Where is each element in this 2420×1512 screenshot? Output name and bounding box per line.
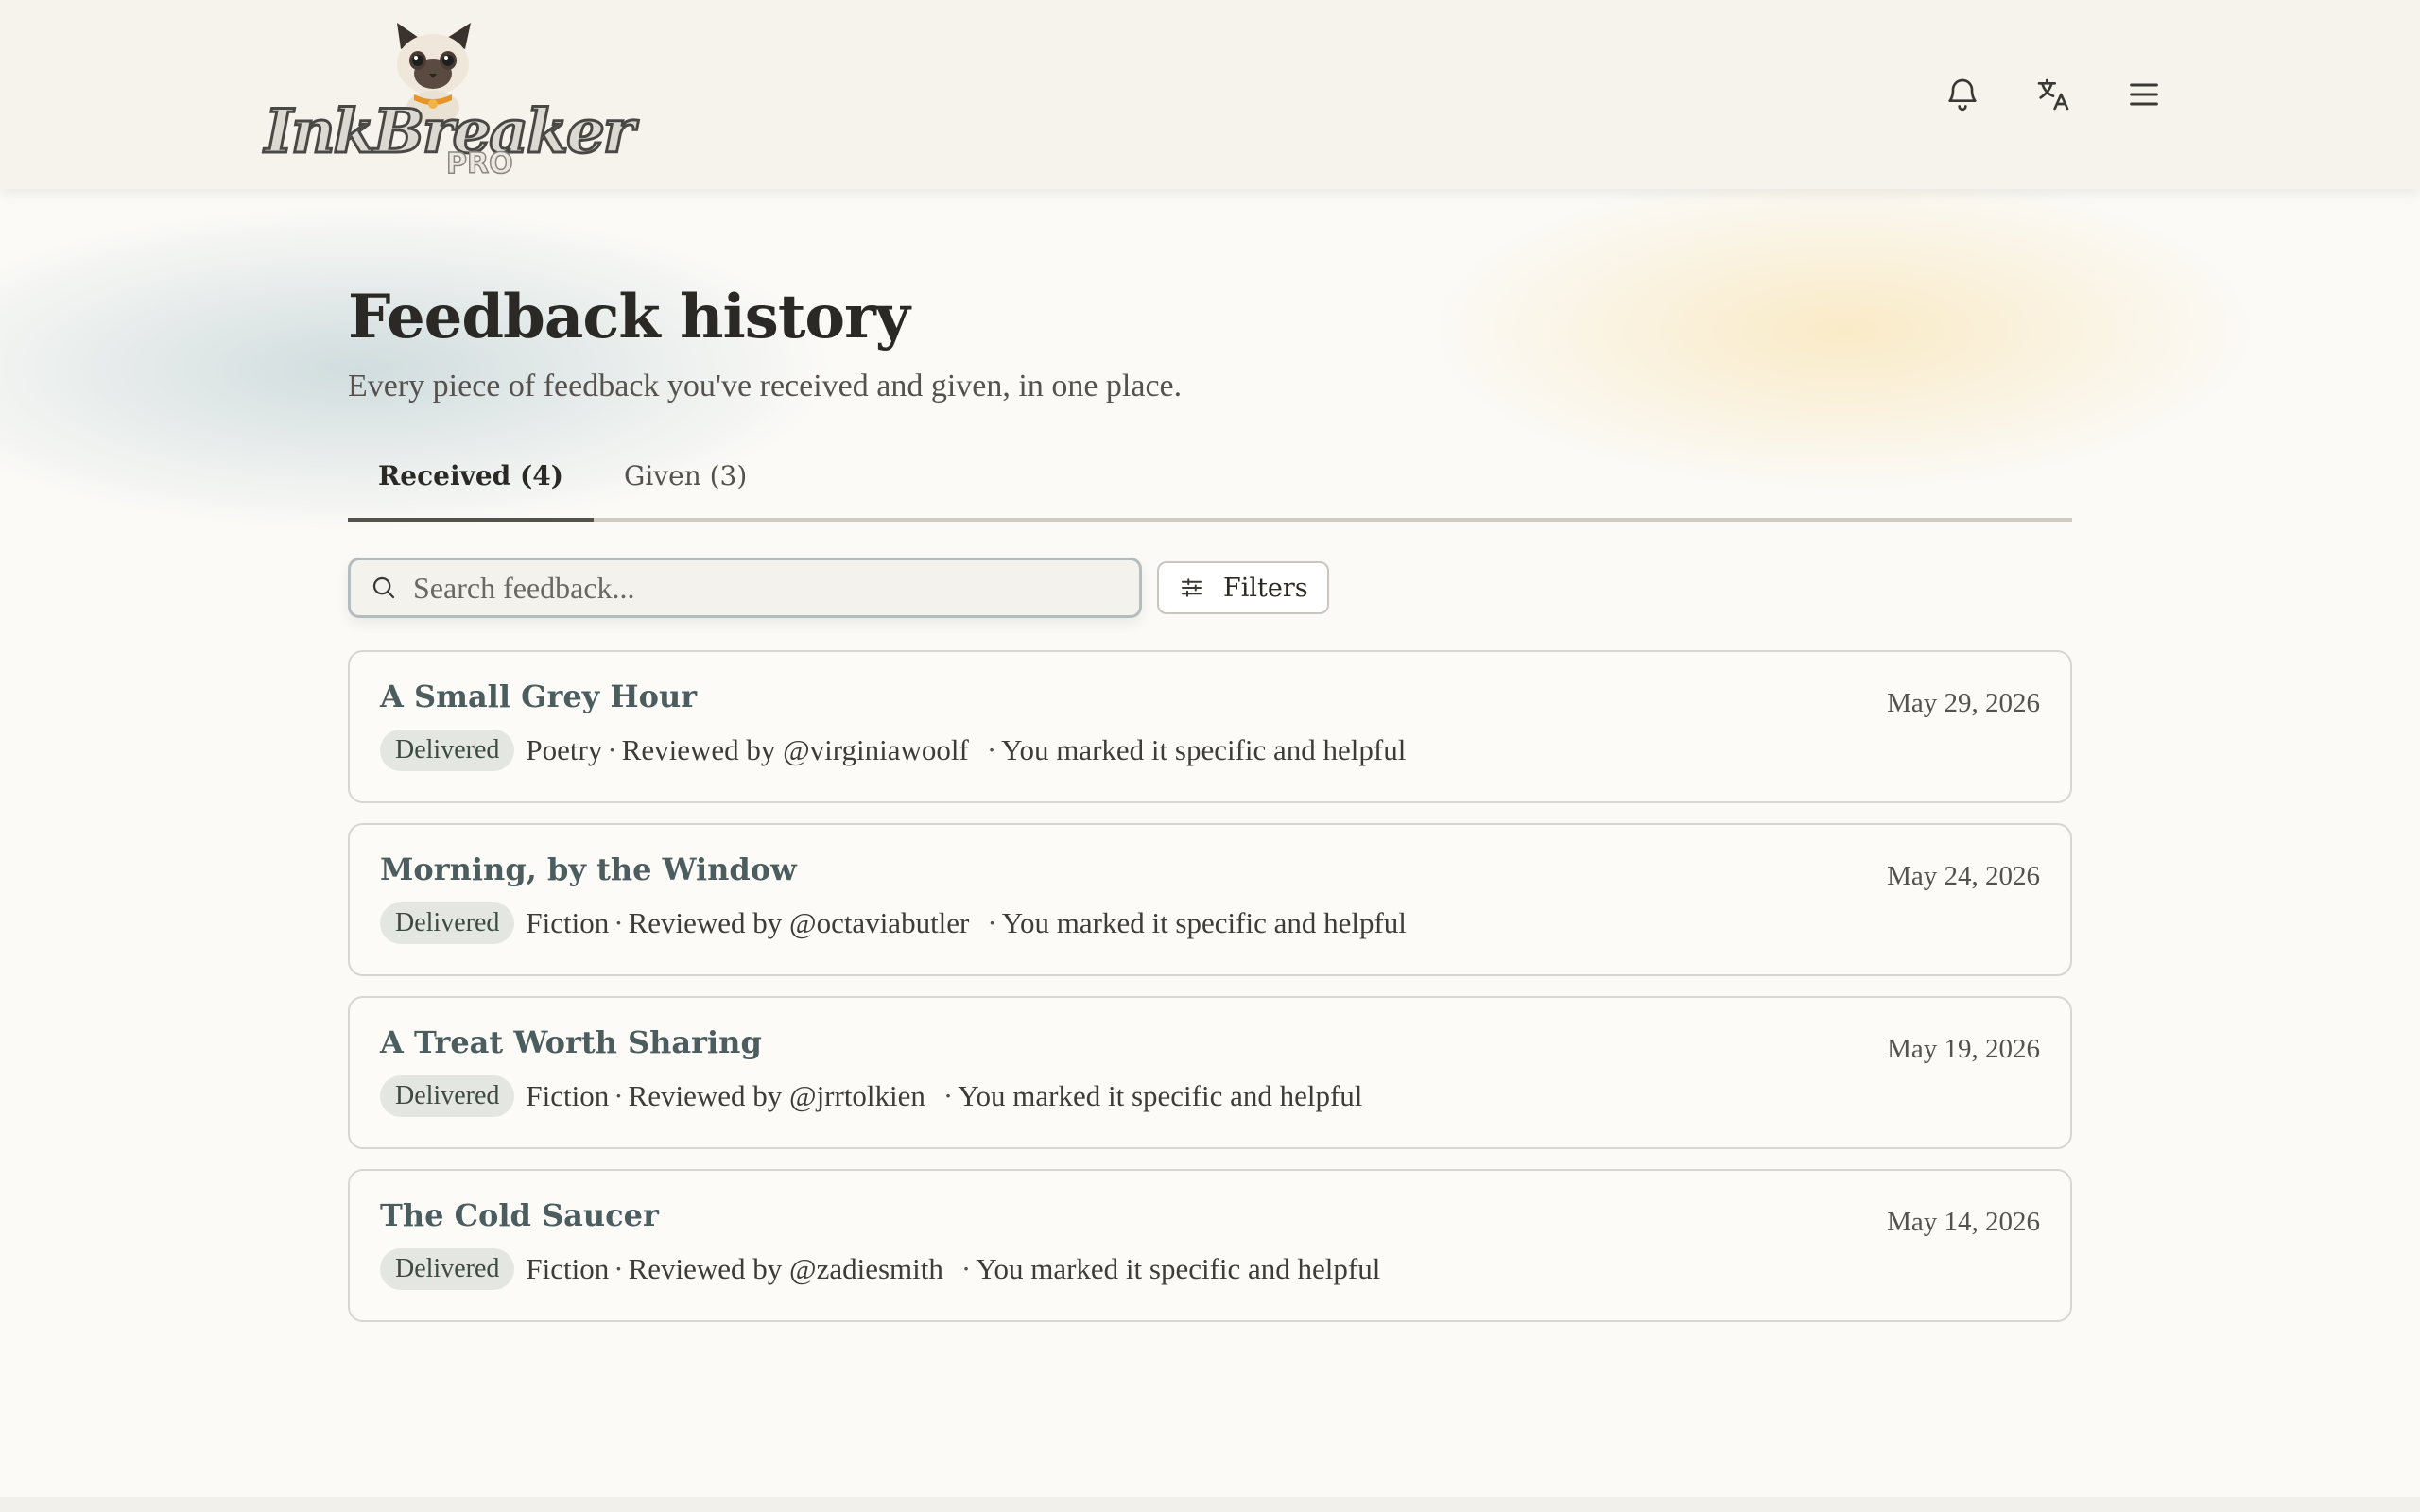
separator: ·: [614, 906, 624, 939]
separator: ·: [607, 733, 617, 766]
status-badge: Delivered: [380, 730, 515, 771]
tab-given[interactable]: Given (3): [594, 448, 777, 518]
feedback-meta: Delivered Fiction · Reviewed by @octavia…: [380, 902, 1407, 944]
feedback-reviewer: Reviewed by @jrrtolkien: [628, 1079, 925, 1112]
feedback-date: May 19, 2026: [1887, 1034, 2040, 1064]
feedback-date: May 29, 2026: [1887, 688, 2040, 718]
feedback-meta: Delivered Fiction · Reviewed by @zadiesm…: [380, 1248, 1380, 1290]
feedback-card[interactable]: A Treat Worth Sharing May 19, 2026 Deliv…: [348, 996, 2072, 1149]
page-subtitle: Every piece of feedback you've received …: [348, 369, 1183, 404]
feedback-genre: Poetry: [526, 733, 603, 766]
page-title: Feedback history: [348, 282, 910, 352]
status-badge: Delivered: [380, 1075, 515, 1117]
separator: ·: [986, 733, 997, 766]
separator: ·: [614, 1079, 624, 1112]
feedback-note: You marked it specific and helpful: [1001, 733, 1407, 766]
feedback-note: You marked it specific and helpful: [1001, 906, 1407, 939]
feedback-card[interactable]: A Small Grey Hour May 29, 2026 Delivered…: [348, 650, 2072, 803]
feedback-date: May 14, 2026: [1887, 1207, 2040, 1237]
search-input[interactable]: [413, 570, 1113, 606]
feedback-meta: Delivered Fiction · Reviewed by @jrrtolk…: [380, 1075, 1362, 1117]
feedback-title[interactable]: A Treat Worth Sharing: [380, 1024, 762, 1060]
separator: ·: [960, 1252, 972, 1285]
feedback-meta: Delivered Poetry · Reviewed by @virginia…: [380, 730, 1406, 771]
main-content: Feedback history Every piece of feedback…: [348, 284, 2072, 1342]
status-badge: Delivered: [380, 1248, 515, 1290]
feedback-reviewer: Reviewed by @octaviabutler: [628, 906, 970, 939]
feedback-tabs: Received (4) Given (3): [348, 448, 2072, 522]
bell-icon: [1948, 78, 1977, 112]
menu-icon: [2130, 83, 2158, 106]
feedback-card[interactable]: Morning, by the Window May 24, 2026 Deli…: [348, 823, 2072, 976]
top-header: InkBreaker PRO: [0, 0, 2420, 189]
separator: ·: [987, 906, 997, 939]
feedback-title[interactable]: The Cold Saucer: [380, 1197, 659, 1233]
footer-strip: [0, 1497, 2420, 1512]
main-menu-button[interactable]: [2121, 72, 2167, 117]
sliders-icon: [1182, 578, 1202, 597]
feedback-reviewer: Reviewed by @virginiawoolf: [621, 733, 969, 766]
filters-button[interactable]: Filters: [1157, 561, 1329, 614]
feedback-genre: Fiction: [526, 1252, 610, 1285]
feedback-genre: Fiction: [526, 906, 610, 939]
list-toolbar: Filters: [348, 558, 2072, 618]
status-badge: Delivered: [380, 902, 515, 944]
feedback-note: You marked it specific and helpful: [976, 1252, 1381, 1285]
feedback-reviewer: Reviewed by @zadiesmith: [628, 1252, 943, 1285]
separator: ·: [614, 1252, 624, 1285]
feedback-list: A Small Grey Hour May 29, 2026 Delivered…: [348, 650, 2072, 1322]
feedback-note: You marked it specific and helpful: [958, 1079, 1363, 1112]
search-box: [348, 558, 1142, 618]
feedback-genre: Fiction: [526, 1079, 610, 1112]
search-icon: [372, 576, 395, 599]
language-button[interactable]: [2031, 72, 2076, 117]
filters-label: Filters: [1223, 573, 1308, 603]
logo[interactable]: InkBreaker PRO: [264, 21, 636, 181]
translate-icon: [2037, 78, 2069, 111]
feedback-card[interactable]: The Cold Saucer May 14, 2026 Delivered F…: [348, 1169, 2072, 1322]
brand-tier: PRO: [445, 146, 513, 181]
separator: ·: [942, 1079, 954, 1112]
feedback-title[interactable]: Morning, by the Window: [380, 851, 797, 887]
tab-received[interactable]: Received (4): [348, 448, 594, 522]
feedback-date: May 24, 2026: [1887, 861, 2040, 891]
feedback-title[interactable]: A Small Grey Hour: [380, 679, 697, 714]
notifications-button[interactable]: [1940, 72, 1985, 117]
